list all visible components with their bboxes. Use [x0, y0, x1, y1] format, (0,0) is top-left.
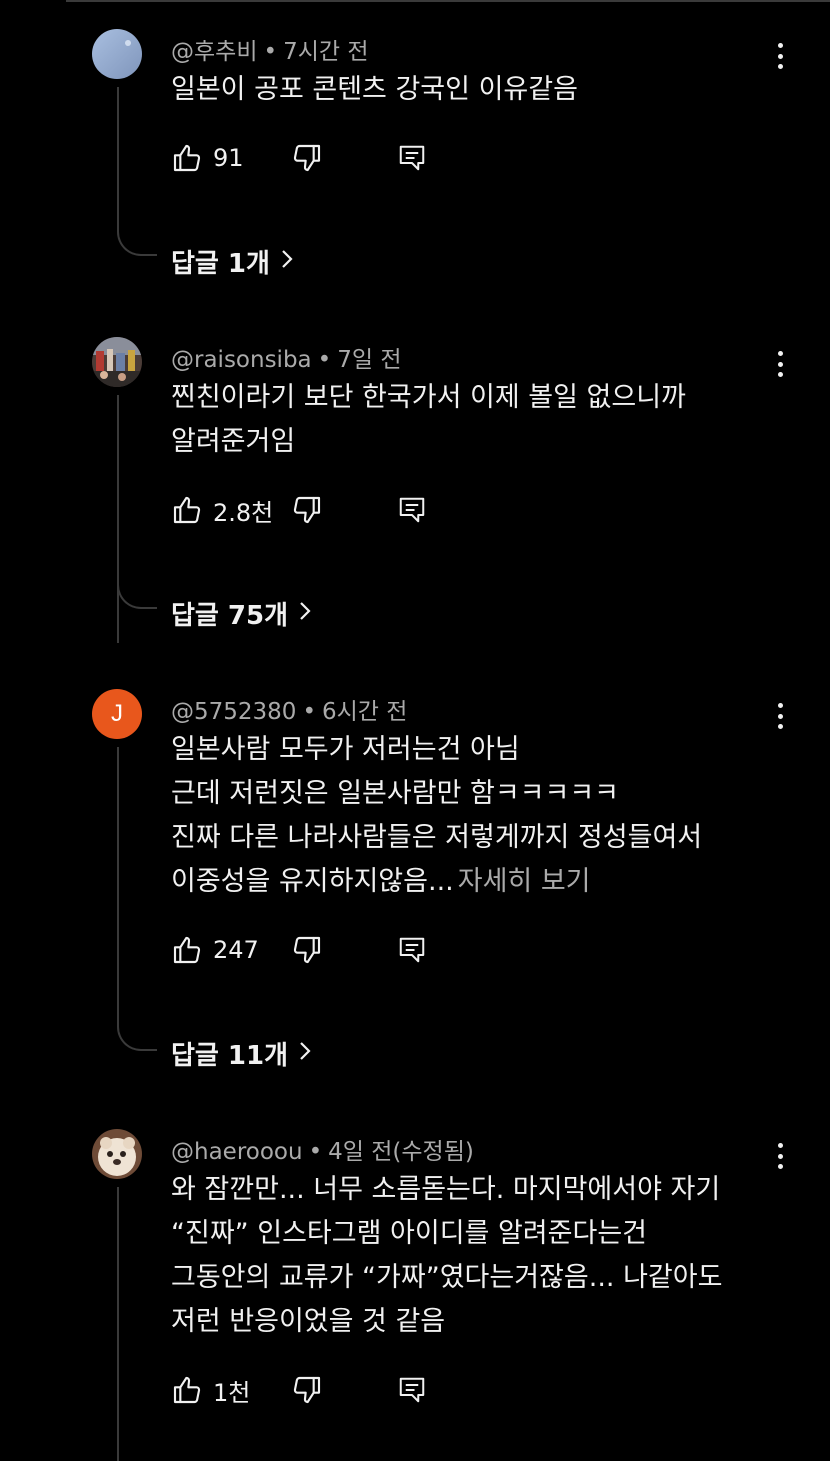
comment-line: 알려준거임 [171, 426, 296, 457]
comment-line: 일본사람 모두가 저러는건 아님 [171, 734, 520, 765]
meta-separator: • [317, 347, 332, 373]
thread-line [117, 87, 119, 232]
comment-line: 근데 저런짓은 일본사람만 함ㅋㅋㅋㅋㅋ [171, 778, 620, 809]
thread-line [117, 1187, 119, 1461]
top-divider [66, 0, 830, 2]
comment-text: 와 잠깐만... 너무 소름돋는다. 마지막에서야 자기 “진짜” 인스타그램 … [171, 1168, 722, 1344]
more-vertical-icon[interactable] [768, 1139, 792, 1173]
like-button[interactable]: 247 [171, 934, 285, 966]
thumbs-up-icon [171, 494, 203, 526]
thread-connector [117, 1027, 157, 1051]
thread-connector [117, 585, 157, 609]
thumbs-up-icon [171, 934, 203, 966]
meta-separator: • [302, 699, 317, 725]
replies-count: 답글 1개 [171, 249, 270, 279]
comment-text: 찐친이라기 보단 한국가서 이제 볼일 없으니까 알려준거임 [171, 376, 686, 464]
thread-line [117, 747, 119, 1027]
comment-actions: 1천 [171, 1373, 425, 1408]
comment-line: 와 잠깐만... 너무 소름돋는다. 마지막에서야 자기 [171, 1174, 721, 1205]
comment-author[interactable]: @haerooou [171, 1139, 303, 1165]
chevron-right-icon [298, 1039, 312, 1069]
chevron-right-icon [298, 599, 312, 629]
read-more-link[interactable]: 자세히 보기 [458, 866, 591, 897]
thumbs-down-icon[interactable] [291, 142, 323, 174]
avatar[interactable] [92, 29, 142, 79]
comment-time: 7시간 전 [283, 39, 369, 65]
thumbs-down-icon[interactable] [291, 934, 323, 966]
meta-separator: • [263, 39, 278, 65]
reply-icon[interactable] [397, 935, 427, 965]
replies-count: 답글 11개 [171, 1041, 288, 1071]
comment-text: 일본이 공포 콘텐츠 강국인 이유같음 [171, 68, 578, 112]
avatar[interactable]: J [92, 689, 142, 739]
comment-author[interactable]: @5752380 [171, 699, 296, 725]
comment-actions: 91 [171, 141, 425, 175]
view-replies-button[interactable]: 답글 75개 [171, 595, 312, 632]
comment-meta: @raisonsiba • 7일 전 [171, 340, 401, 374]
comment-line: 진짜 다른 나라사람들은 저렇게까지 정성들여서 [171, 822, 703, 853]
view-replies-button[interactable]: 답글 11개 [171, 1035, 312, 1072]
comment-meta: @5752380 • 6시간 전 [171, 692, 407, 726]
like-count: 91 [213, 144, 244, 172]
comment-time: 7일 전 [337, 347, 402, 373]
comment-line: “진짜” 인스타그램 아이디를 알려준다는건 [171, 1218, 648, 1249]
comment-line: 그동안의 교류가 “가짜”였다는거잖음... 나같아도 [171, 1262, 723, 1293]
more-vertical-icon[interactable] [768, 699, 792, 733]
thumbs-down-icon[interactable] [291, 494, 323, 526]
thread-line [117, 395, 119, 643]
comment-time: 4일 전(수정됨) [328, 1139, 474, 1165]
avatar[interactable] [92, 1129, 142, 1179]
thumbs-up-icon [171, 1374, 203, 1406]
comment-line: 이중성을 유지하지않음... [171, 866, 454, 897]
meta-separator: • [308, 1139, 323, 1165]
reply-icon[interactable] [397, 143, 427, 173]
comment-author[interactable]: @raisonsiba [171, 347, 312, 373]
like-button[interactable]: 1천 [171, 1373, 285, 1408]
like-count: 247 [213, 936, 259, 964]
like-count: 1천 [213, 1378, 251, 1407]
more-vertical-icon[interactable] [768, 347, 792, 381]
thumbs-up-icon [171, 142, 203, 174]
like-button[interactable]: 91 [171, 142, 285, 174]
more-vertical-icon[interactable] [768, 39, 792, 73]
like-count: 2.8천 [213, 498, 274, 527]
comment-line-last: 이중성을 유지하지않음... 자세히 보기 [171, 860, 702, 904]
comment-line: 일본이 공포 콘텐츠 강국인 이유같음 [171, 74, 578, 105]
replies-count: 답글 75개 [171, 601, 288, 631]
reply-icon[interactable] [397, 495, 427, 525]
like-button[interactable]: 2.8천 [171, 493, 285, 528]
reply-icon[interactable] [397, 1375, 427, 1405]
chevron-right-icon [280, 247, 294, 277]
comment-line: 저런 반응이었을 것 같음 [171, 1306, 446, 1337]
view-replies-button[interactable]: 답글 1개 [171, 243, 294, 280]
thread-connector [117, 232, 157, 256]
comment-text: 일본사람 모두가 저러는건 아님 근데 저런짓은 일본사람만 함ㅋㅋㅋㅋㅋ 진짜… [171, 728, 702, 904]
comment-meta: @haerooou • 4일 전(수정됨) [171, 1132, 474, 1166]
comment-line: 찐친이라기 보단 한국가서 이제 볼일 없으니까 [171, 382, 686, 413]
comment-author[interactable]: @후추비 [171, 39, 257, 65]
comment-time: 6시간 전 [322, 699, 408, 725]
avatar[interactable] [92, 337, 142, 387]
thumbs-down-icon[interactable] [291, 1374, 323, 1406]
comment-meta: @후추비 • 7시간 전 [171, 32, 369, 66]
comment-actions: 2.8천 [171, 493, 425, 528]
comment-actions: 247 [171, 933, 425, 967]
